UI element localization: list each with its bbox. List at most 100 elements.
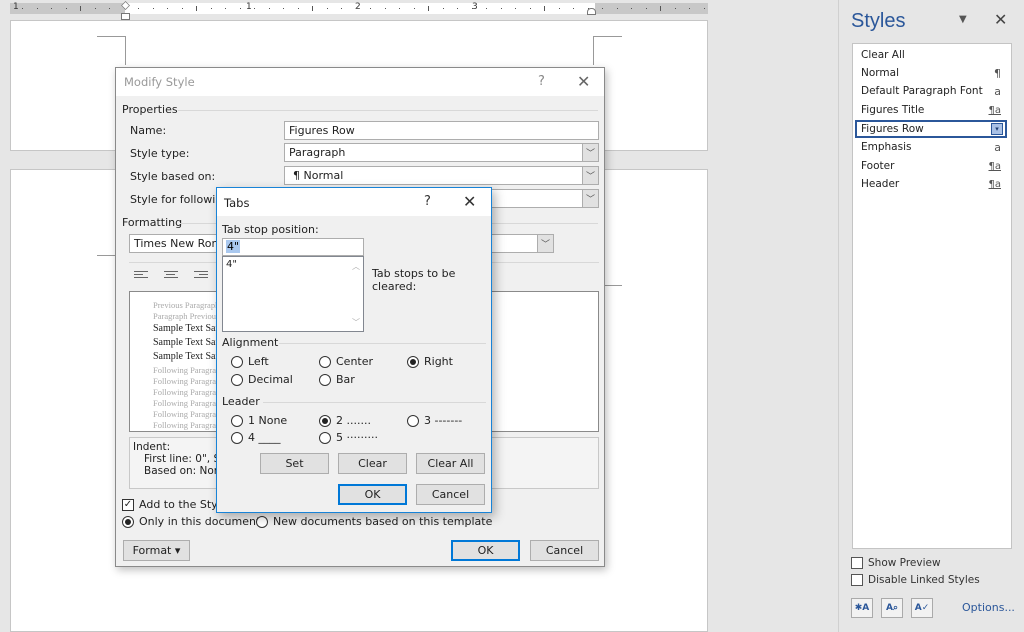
style-label: Default Paragraph Font [861,85,983,97]
radio-button[interactable] [256,515,268,528]
linked-style-icon: ¶a [988,178,1002,190]
dialog-titlebar[interactable]: Modify Style ? ✕ [116,68,604,96]
ruler-tick [283,8,284,9]
style-item-figures-title[interactable]: Figures Title ¶a [855,101,1007,119]
style-item-normal[interactable]: Normal ¶ [855,64,1007,82]
left-indent-marker[interactable] [121,13,130,20]
alignment-center-radio[interactable]: Center [319,355,373,368]
styles-list[interactable]: Clear All Normal ¶ Default Paragraph Font… [852,43,1012,549]
ruler-tick [573,8,574,9]
tab-stop-item[interactable]: 4" [226,259,237,270]
scroll-down-icon[interactable]: ﹀ [352,317,360,328]
cancel-button[interactable]: Cancel [530,540,599,561]
ruler-tick [544,6,545,11]
ruler-tick [152,8,154,9]
set-button[interactable]: Set [260,453,329,474]
align-left-icon[interactable] [134,271,148,281]
style-item-header[interactable]: Header ¶a [855,175,1007,193]
ruler-tick [36,8,38,9]
checkmark-icon[interactable]: ✓ [122,498,134,511]
tab-stops-to-clear-label: Tab stops to be cleared: [372,267,456,293]
based-on-select[interactable]: ¶ Normal ﹀ [284,166,599,185]
radio-button[interactable] [122,515,134,528]
close-button[interactable]: ✕ [577,72,590,91]
tab-stops-list[interactable]: 4" ︿ ﹀ [222,256,364,332]
style-item-default-paragraph-font[interactable]: Default Paragraph Font a [855,82,1007,100]
leader-2-radio[interactable]: 2 ....... [319,414,371,427]
style-label: Figures Row [861,123,924,135]
name-input[interactable]: Figures Row [284,121,599,140]
ok-button[interactable]: OK [451,540,520,561]
alignment-bar-radio[interactable]: Bar [319,373,355,386]
scroll-up-icon[interactable]: ︿ [352,261,360,272]
radio-label: Bar [336,373,355,386]
radio-button[interactable] [319,414,331,427]
new-documents-radio[interactable]: New documents based on this template [256,515,492,528]
radio-button[interactable] [319,431,331,444]
radio-button[interactable] [319,355,331,368]
ruler-tick [399,8,400,9]
leader-3-radio[interactable]: 3 ------- [407,414,462,427]
chevron-down-icon[interactable]: ﹀ [582,144,598,161]
radio-label: 2 ....... [336,414,371,427]
close-button[interactable]: ✕ [463,192,476,211]
name-label: Name: [130,124,167,137]
align-center-icon[interactable] [164,271,178,281]
cancel-button[interactable]: Cancel [416,484,485,505]
ruler-label: 3 [472,2,478,12]
leader-1-radio[interactable]: 1 None [231,414,287,427]
style-type-select[interactable]: Paragraph ﹀ [284,143,599,162]
alignment-right-radio[interactable]: Right [407,355,453,368]
clear-button[interactable]: Clear [338,453,407,474]
show-preview-checkbox[interactable]: Show Preview [851,557,941,569]
radio-button[interactable] [407,355,419,368]
help-button[interactable]: ? [538,74,545,89]
leader-4-radio[interactable]: 4 ____ [231,431,281,444]
pane-options-dropdown-icon[interactable]: ▼ [959,14,967,25]
right-indent-marker[interactable] [587,8,596,15]
style-dropdown-icon[interactable]: ▾ [991,123,1003,135]
manage-styles-button[interactable]: A✓ [911,598,933,618]
only-this-document-radio[interactable]: Only in this document [122,515,260,528]
alignment-left-radio[interactable]: Left [231,355,269,368]
horizontal-ruler[interactable]: 1 1 2 3 [10,1,708,20]
leader-5-radio[interactable]: 5 ········· [319,431,378,444]
checkbox[interactable] [851,574,863,586]
divider [279,343,486,344]
close-icon[interactable]: ✕ [994,10,1007,29]
options-link[interactable]: Options... [962,601,1015,614]
style-item-figures-row[interactable]: Figures Row ▾ [855,120,1007,138]
format-button[interactable]: Format ▾ [123,540,190,561]
ruler-tick [457,8,458,9]
clear-all-button[interactable]: Clear All [416,453,485,474]
alignment-decimal-radio[interactable]: Decimal [231,373,293,386]
chevron-down-icon[interactable]: ﹀ [582,167,598,184]
ruler-tick [529,8,531,9]
chevron-down-icon[interactable]: ﹀ [582,190,598,207]
ruler-tick [341,8,342,9]
disable-linked-styles-checkbox[interactable]: Disable Linked Styles [851,574,980,586]
manage-styles-icon: A✓ [914,603,930,613]
tab-stop-position-input[interactable]: 4" [222,238,364,256]
radio-button[interactable] [231,355,243,368]
new-style-button[interactable]: ✱A [851,598,873,618]
style-item-clear-all[interactable]: Clear All [855,46,1007,64]
chevron-down-icon[interactable]: ﹀ [537,235,553,252]
style-item-emphasis[interactable]: Emphasis a [855,138,1007,156]
dialog-titlebar[interactable]: Tabs ? ✕ [217,188,491,216]
tabs-dialog: Tabs ? ✕ Tab stop position: 4" 4" ︿ ﹀ Ta… [216,187,492,513]
radio-button[interactable] [231,414,243,427]
radio-button[interactable] [231,373,243,386]
radio-button[interactable] [407,414,419,427]
ruler-tick [602,8,603,9]
help-button[interactable]: ? [424,194,431,209]
ruler-tick [138,8,139,9]
radio-button[interactable] [231,431,243,444]
align-right-icon[interactable] [194,271,208,281]
ok-button[interactable]: OK [338,484,407,505]
style-item-footer[interactable]: Footer ¶a [855,157,1007,175]
ruler-tick [428,6,429,11]
checkbox[interactable] [851,557,863,569]
radio-button[interactable] [319,373,331,386]
style-inspector-button[interactable]: A⌕ [881,598,903,618]
